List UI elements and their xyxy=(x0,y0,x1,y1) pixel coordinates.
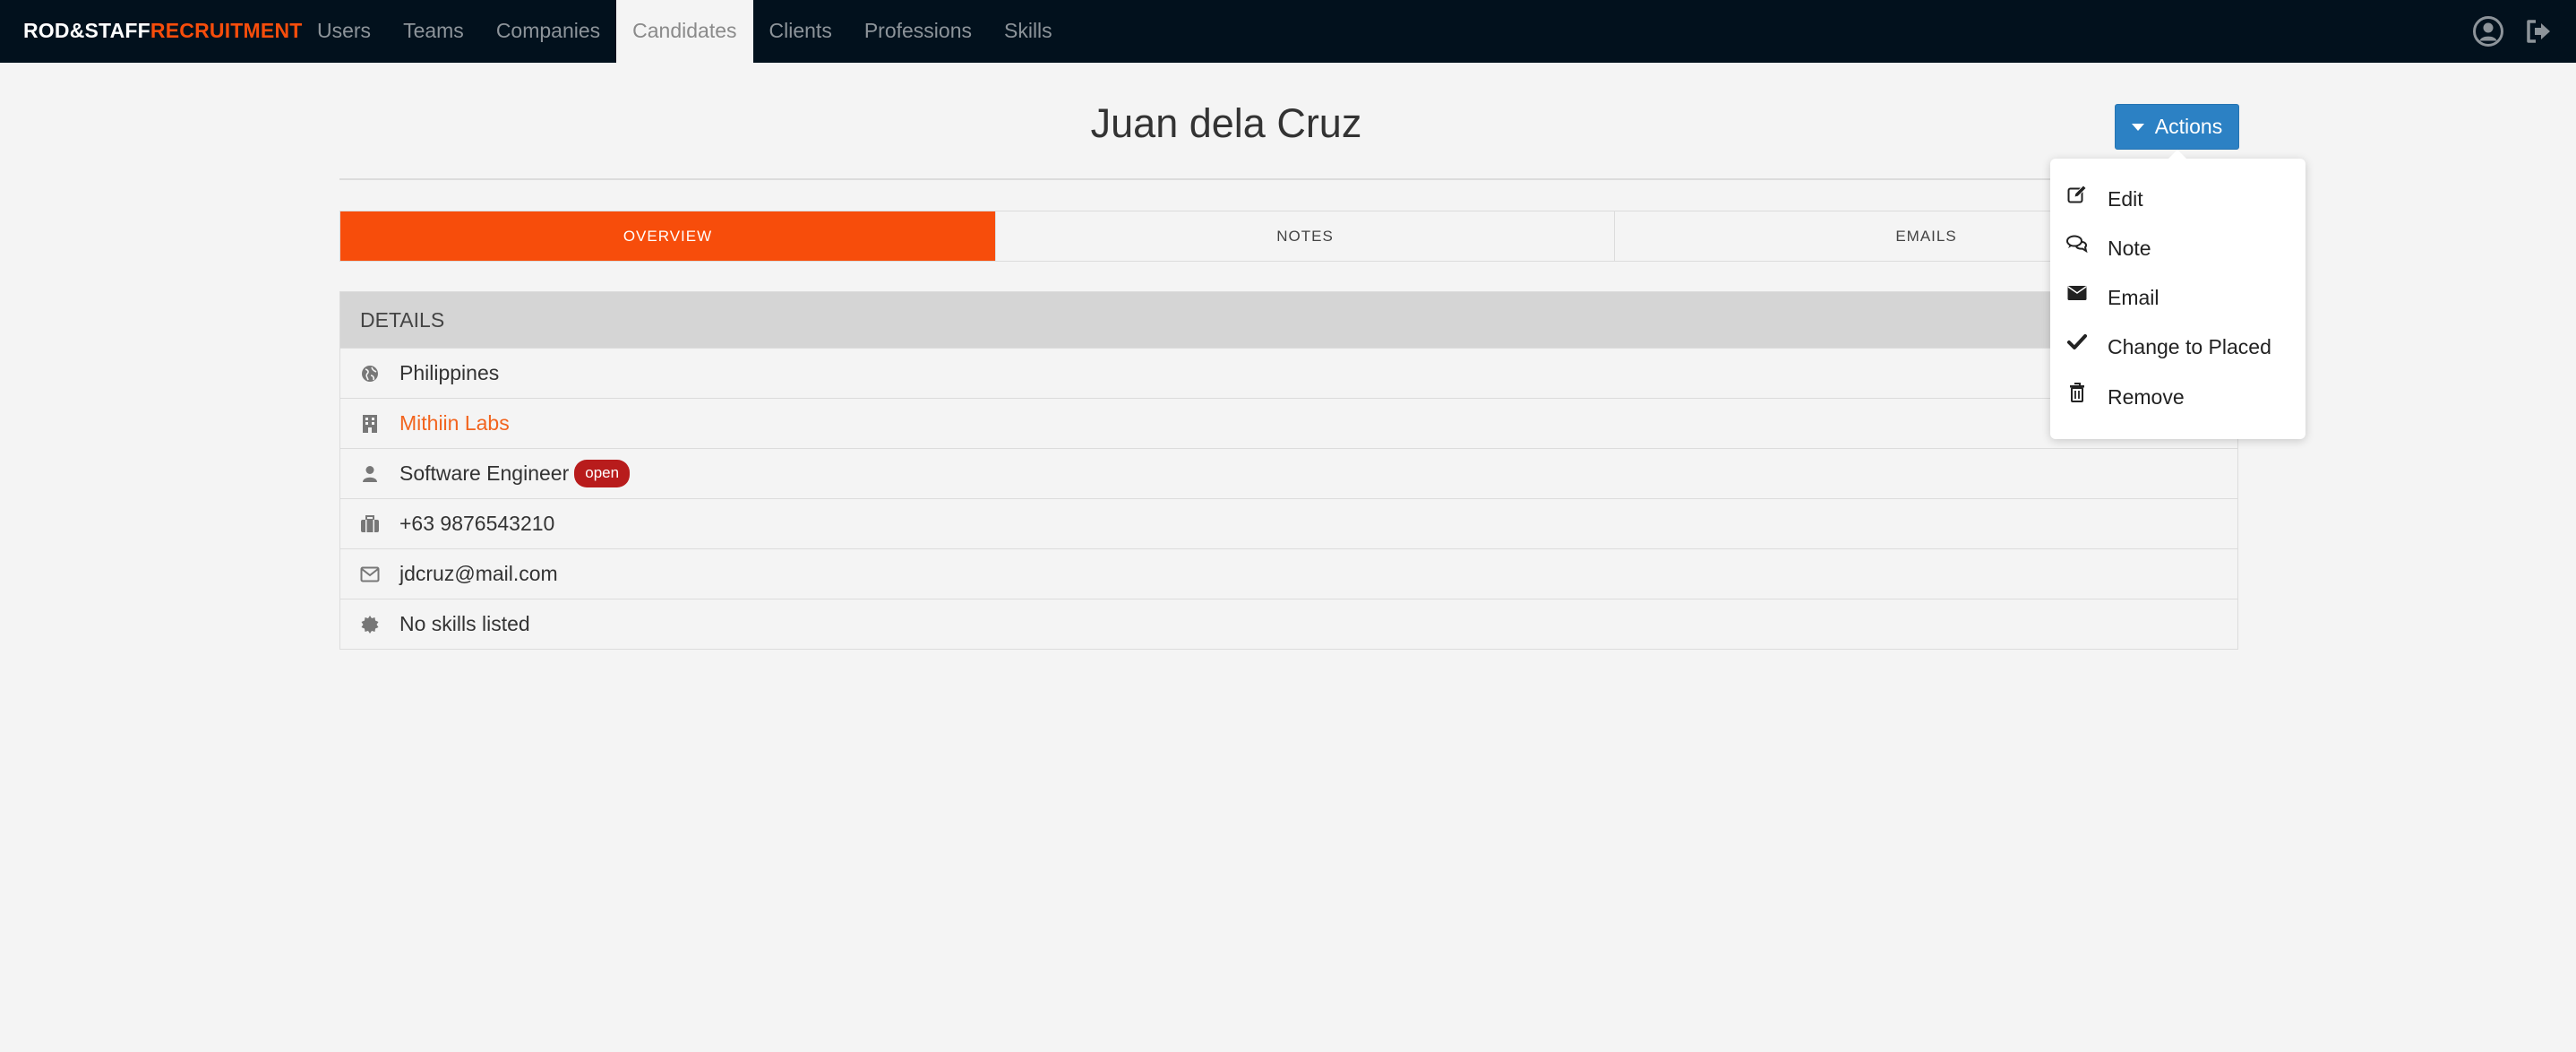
menu-item-change-to-placed[interactable]: Change to Placed xyxy=(2050,326,2306,367)
check-icon xyxy=(2066,332,2088,353)
sign-out-icon[interactable] xyxy=(2520,13,2556,49)
menu-label-note: Note xyxy=(2108,236,2151,260)
actions-button-label: Actions xyxy=(2154,115,2223,138)
menu-item-email[interactable]: Email xyxy=(2050,277,2306,318)
detail-row-company: Mithiin Labs xyxy=(340,398,2237,448)
trash-icon xyxy=(2066,382,2088,403)
nav-users[interactable]: Users xyxy=(301,0,387,63)
details-panel: DETAILS Philippines Mithiin Labs Softwar… xyxy=(339,291,2238,650)
actions-button[interactable]: Actions xyxy=(2115,104,2239,150)
skills-value: No skills listed xyxy=(399,612,530,635)
details-header: DETAILS xyxy=(340,292,2237,348)
detail-row-email: jdcruz@mail.com xyxy=(340,548,2237,599)
detail-row-skills: No skills listed xyxy=(340,599,2237,649)
nav-companies[interactable]: Companies xyxy=(480,0,616,63)
menu-label-change-to-placed: Change to Placed xyxy=(2108,334,2271,358)
certificate-icon xyxy=(340,599,399,650)
nav-skills[interactable]: Skills xyxy=(988,0,1069,63)
globe-icon xyxy=(340,349,399,399)
status-badge: open xyxy=(574,460,631,487)
menu-label-edit: Edit xyxy=(2108,186,2143,211)
detail-row-country: Philippines xyxy=(340,348,2237,398)
profession-value: Software Engineer xyxy=(399,461,570,485)
menu-item-note[interactable]: Note xyxy=(2050,228,2306,269)
nav-professions[interactable]: Professions xyxy=(848,0,988,63)
detail-row-profession: Software Engineer open xyxy=(340,448,2237,498)
company-link[interactable]: Mithiin Labs xyxy=(399,411,510,435)
nav-teams[interactable]: Teams xyxy=(387,0,480,63)
envelope-outline-icon xyxy=(340,549,399,599)
actions-dropdown: Edit Note Email Change to Placed Remove xyxy=(2050,150,2306,439)
tab-notes[interactable]: NOTES xyxy=(995,211,1614,261)
building-icon xyxy=(340,399,399,449)
comments-icon xyxy=(2066,233,2088,254)
top-navbar: ROD&STAFFRECRUITMENT Users Teams Compani… xyxy=(0,0,2576,63)
nav-right-icons xyxy=(2470,0,2556,63)
nav-clients[interactable]: Clients xyxy=(753,0,848,63)
menu-label-email: Email xyxy=(2108,285,2160,309)
country-value: Philippines xyxy=(399,361,500,384)
caret-down-icon xyxy=(2131,123,2144,131)
email-value: jdcruz@mail.com xyxy=(399,562,558,585)
candidate-tabs: OVERVIEW NOTES EMAILS xyxy=(339,211,2238,262)
envelope-icon xyxy=(2066,282,2088,304)
user-circle-icon[interactable] xyxy=(2470,13,2506,49)
brand-name-part1: ROD&STAFF xyxy=(23,19,150,42)
phone-value: +63 9876543210 xyxy=(399,512,555,535)
menu-item-remove[interactable]: Remove xyxy=(2050,376,2306,418)
title-divider xyxy=(339,178,2238,180)
tab-overview[interactable]: OVERVIEW xyxy=(340,211,995,261)
briefcase-icon xyxy=(340,499,399,549)
main-nav: Users Teams Companies Candidates Clients… xyxy=(301,0,1069,63)
page-title: Juan dela Cruz xyxy=(1090,100,1362,146)
nav-candidates[interactable]: Candidates xyxy=(616,0,753,63)
brand-logo[interactable]: ROD&STAFFRECRUITMENT xyxy=(23,0,303,63)
menu-item-edit[interactable]: Edit xyxy=(2050,178,2306,220)
user-icon xyxy=(340,449,399,499)
edit-icon xyxy=(2066,184,2088,205)
menu-label-remove: Remove xyxy=(2108,384,2185,409)
brand-name-part2: RECRUITMENT xyxy=(150,19,303,42)
detail-row-phone: +63 9876543210 xyxy=(340,498,2237,548)
